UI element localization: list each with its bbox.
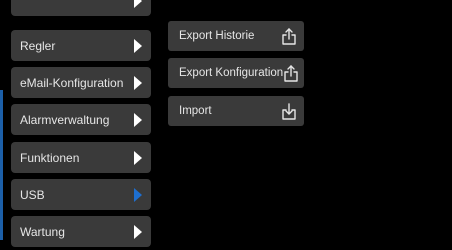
menu-item-usb[interactable]: USB	[11, 179, 151, 210]
chevron-right-icon	[134, 0, 142, 8]
menu-item-label: Alarmverwaltung	[20, 112, 110, 127]
export-historie-button[interactable]: Export Historie	[168, 21, 304, 51]
upload-icon	[280, 27, 298, 45]
chevron-right-icon	[134, 187, 142, 202]
download-icon	[280, 102, 298, 120]
menu-item-label: Regler	[20, 38, 56, 53]
menu-item-alarmverwaltung[interactable]: Alarmverwaltung	[11, 104, 151, 135]
upload-icon	[283, 64, 299, 82]
menu-item-wartung[interactable]: Wartung	[11, 216, 151, 247]
chevron-right-icon	[134, 224, 142, 239]
menu-item-regler[interactable]: Regler	[11, 30, 151, 61]
menu-item-label: Funktionen	[20, 150, 80, 165]
export-historie-label: Export Historie	[179, 30, 255, 42]
chevron-right-icon	[134, 75, 142, 90]
chevron-right-icon	[134, 150, 142, 165]
chevron-right-icon	[134, 38, 142, 53]
chevron-right-icon	[134, 112, 142, 127]
menu-item-partial[interactable]	[11, 0, 151, 16]
export-konfiguration-label: Export Konfiguration	[179, 67, 284, 79]
import-label: Import	[179, 105, 212, 117]
menu-item-funktionen[interactable]: Funktionen	[11, 142, 151, 173]
import-button[interactable]: Import	[168, 96, 304, 126]
selection-accent-bar	[0, 90, 3, 240]
menu-item-label: Wartung	[20, 224, 65, 239]
export-konfiguration-button[interactable]: Export Konfiguration	[168, 58, 304, 88]
screen: Regler eMail-Konfiguration Alarmverwaltu…	[0, 0, 452, 250]
menu-item-label: eMail-Konfiguration	[20, 75, 124, 90]
menu-item-label: USB	[20, 187, 45, 202]
menu-item-email-konfiguration[interactable]: eMail-Konfiguration	[11, 67, 151, 98]
